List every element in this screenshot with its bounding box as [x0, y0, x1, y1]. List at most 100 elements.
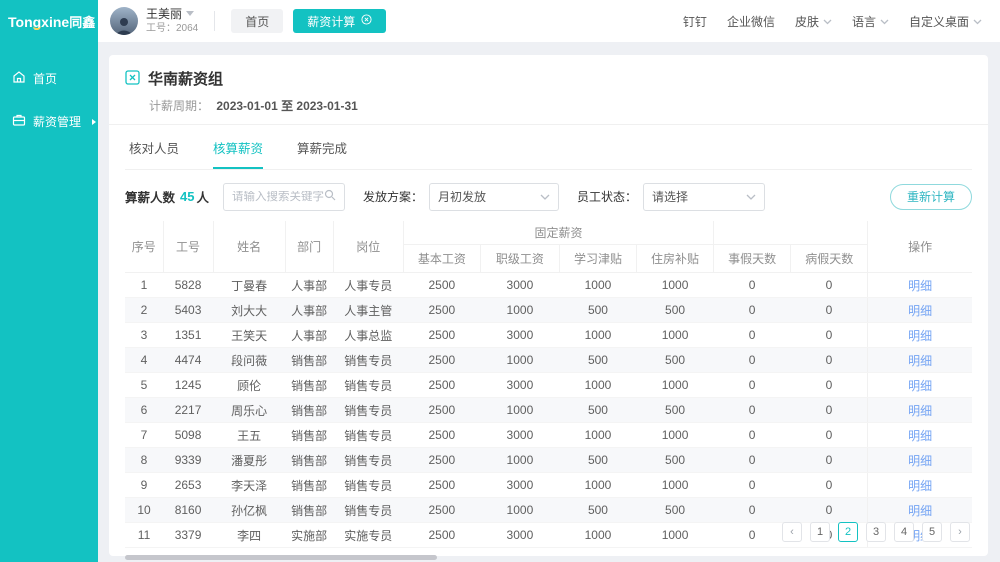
pay-period-label: 计薪周期： [149, 99, 209, 113]
col-header-index: 序号 [125, 221, 163, 273]
table-cell: 0 [791, 273, 868, 298]
tab-salary-calculation[interactable]: 薪资计算 [293, 9, 386, 33]
action-cell: 明细 [868, 373, 972, 398]
page-button-5[interactable]: 5 [922, 522, 942, 542]
table-cell: 1000 [637, 323, 714, 348]
table-cell: 0 [714, 373, 791, 398]
headcount-unit: 人 [196, 187, 209, 206]
table-cell: 销售部 [285, 373, 333, 398]
table-cell: 丁曼春 [213, 273, 285, 298]
payout-plan-select[interactable]: 月初发放 [429, 183, 559, 211]
headcount-label: 算薪人数 [125, 187, 175, 206]
detail-link[interactable]: 明细 [908, 279, 932, 293]
table-cell: 9339 [163, 448, 213, 473]
table-cell: 1000 [637, 373, 714, 398]
avatar[interactable] [110, 7, 138, 35]
table-cell: 5 [125, 373, 163, 398]
table-cell: 2217 [163, 398, 213, 423]
table-cell: 5098 [163, 423, 213, 448]
table-cell: 王五 [213, 423, 285, 448]
detail-link[interactable]: 明细 [908, 379, 932, 393]
pagination: ‹ 12345 › [125, 514, 972, 556]
search-icon[interactable] [324, 189, 336, 204]
tab-calculate-salary[interactable]: 核算薪资 [213, 138, 263, 169]
detail-link[interactable]: 明细 [908, 304, 932, 318]
tab-verify-staff[interactable]: 核对人员 [129, 138, 179, 169]
table-cell: 销售专员 [333, 423, 403, 448]
col-header-base-salary: 基本工资 [403, 245, 480, 273]
detail-link[interactable]: 明细 [908, 354, 932, 368]
briefcase-icon [12, 113, 26, 130]
search-box [223, 183, 345, 211]
next-page-button[interactable]: › [950, 522, 970, 542]
table-cell: 3000 [480, 473, 559, 498]
detail-link[interactable]: 明细 [908, 329, 932, 343]
table-cell: 人事部 [285, 273, 333, 298]
action-cell: 明细 [868, 273, 972, 298]
table-cell: 销售部 [285, 348, 333, 373]
group-header-fixed-salary: 固定薪资 [403, 221, 713, 245]
col-header-name: 姓名 [213, 221, 285, 273]
table-cell: 销售部 [285, 448, 333, 473]
search-input[interactable] [232, 191, 324, 203]
detail-link[interactable]: 明细 [908, 454, 932, 468]
menu-language[interactable]: 语言 [852, 13, 889, 30]
close-circle-icon[interactable] [361, 14, 372, 28]
scrollbar-thumb[interactable] [125, 555, 437, 560]
table-cell: 5403 [163, 298, 213, 323]
sidebar-item-salary-management[interactable]: 薪资管理 [0, 104, 98, 139]
table-cell: 5828 [163, 273, 213, 298]
prev-page-button[interactable]: ‹ [782, 522, 802, 542]
tab-calculation-done[interactable]: 算薪完成 [297, 138, 347, 169]
menu-wecom[interactable]: 企业微信 [727, 13, 775, 30]
table-cell: 销售专员 [333, 398, 403, 423]
table-cell: 2500 [403, 473, 480, 498]
brand-logo-cn: 同鑫 [69, 15, 95, 30]
action-cell: 明细 [868, 323, 972, 348]
table-cell: 李天泽 [213, 473, 285, 498]
recalculate-button[interactable]: 重新计算 [890, 184, 972, 210]
page-button-2[interactable]: 2 [838, 522, 858, 542]
user-menu[interactable]: 王美丽 [146, 7, 198, 21]
horizontal-scrollbar [125, 555, 972, 560]
back-close-icon[interactable] [125, 70, 140, 88]
group-header-empty [714, 221, 868, 245]
employee-status-select[interactable]: 请选择 [643, 183, 765, 211]
table-cell: 刘大大 [213, 298, 285, 323]
sidebar-item-home[interactable]: 首页 [0, 61, 98, 96]
table-cell: 500 [559, 398, 636, 423]
col-header-personal-leave-days: 事假天数 [714, 245, 791, 273]
page-button-4[interactable]: 4 [894, 522, 914, 542]
menu-dingtalk[interactable]: 钉钉 [683, 13, 707, 30]
chevron-down-icon [973, 14, 982, 28]
work-number: 工号：2064 [146, 23, 198, 35]
chevron-down-icon [746, 190, 756, 204]
sidebar: Tongxine同鑫 首页 薪资管理 [0, 0, 98, 562]
chevron-down-icon [186, 11, 194, 16]
tab-home[interactable]: 首页 [231, 9, 283, 33]
detail-link[interactable]: 明细 [908, 404, 932, 418]
table-cell: 销售专员 [333, 473, 403, 498]
headcount-value: 45 [180, 189, 194, 204]
sidebar-menu: 首页 薪资管理 [0, 61, 98, 139]
page-button-1[interactable]: 1 [810, 522, 830, 542]
table-cell: 3000 [480, 373, 559, 398]
menu-skin[interactable]: 皮肤 [795, 13, 832, 30]
table-cell: 人事总监 [333, 323, 403, 348]
detail-link[interactable]: 明细 [908, 429, 932, 443]
page-button-3[interactable]: 3 [866, 522, 886, 542]
table-cell: 2500 [403, 348, 480, 373]
col-header-position: 岗位 [333, 221, 403, 273]
brand-logo: Tongxine同鑫 [0, 0, 98, 35]
payout-plan-field: 发放方案： 月初发放 [363, 183, 559, 211]
table-cell: 500 [637, 298, 714, 323]
table-cell: 人事部 [285, 323, 333, 348]
table-cell: 2500 [403, 423, 480, 448]
detail-link[interactable]: 明细 [908, 479, 932, 493]
chevron-right-icon [90, 115, 98, 129]
table-cell: 2500 [403, 398, 480, 423]
menu-custom-desktop[interactable]: 自定义桌面 [909, 13, 982, 30]
table-cell: 1000 [559, 423, 636, 448]
table-cell: 2500 [403, 373, 480, 398]
table-cell: 0 [791, 298, 868, 323]
